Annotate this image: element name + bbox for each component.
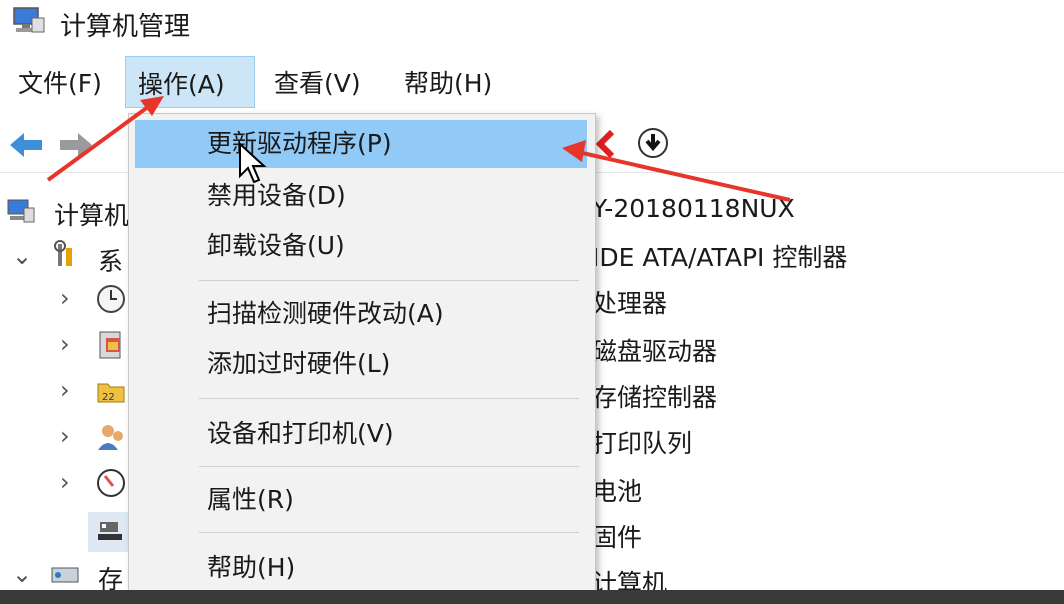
video-bottom-bar [0,590,1064,604]
annotation-arrow-to-menu [46,96,164,182]
annotation-arrows [46,96,791,202]
annotation-arrow-to-update-driver [562,140,791,202]
